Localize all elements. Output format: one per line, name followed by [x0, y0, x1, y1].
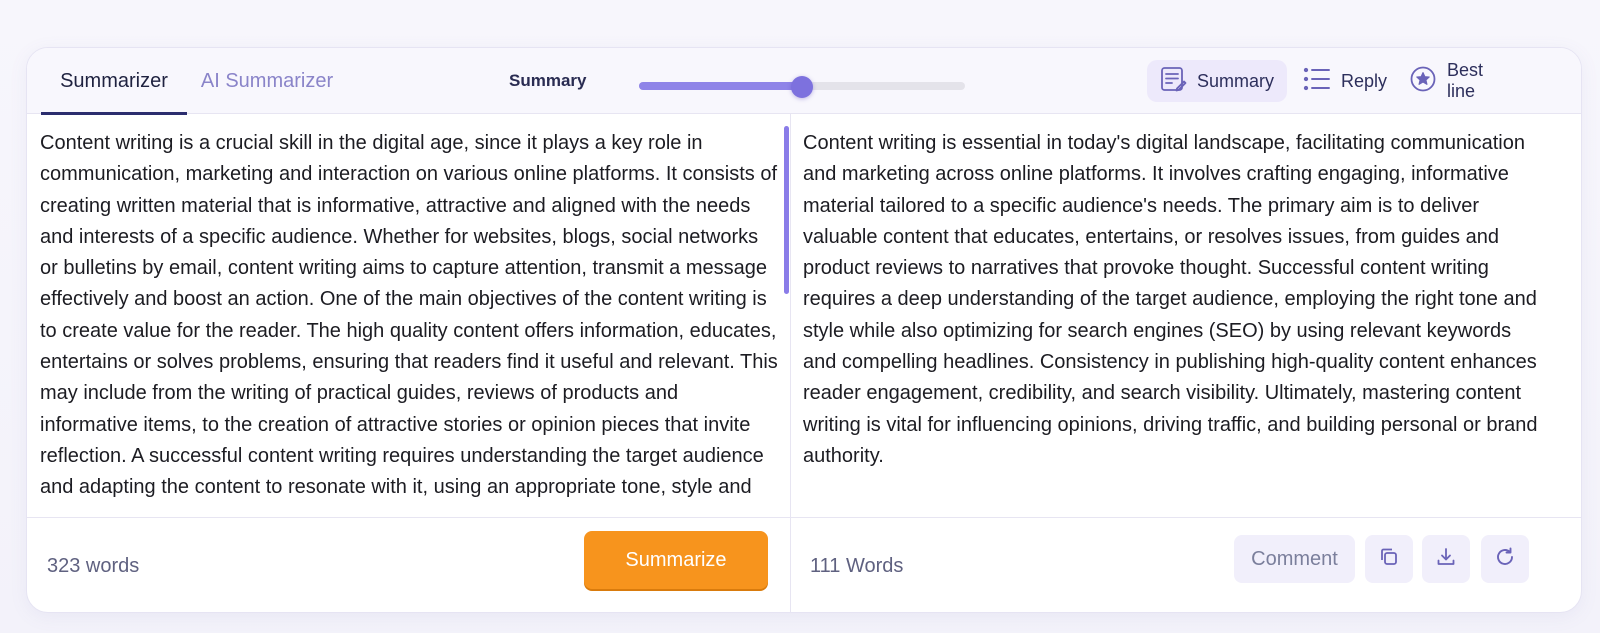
summarize-button[interactable]: Summarize — [584, 531, 768, 589]
summarizer-card: Summarizer AI Summarizer Summary Summary — [26, 47, 1582, 613]
input-text[interactable]: Content writing is a crucial skill in th… — [40, 128, 780, 504]
mode-reply-button[interactable]: Reply — [1291, 60, 1391, 102]
bottom-divider — [27, 517, 1581, 518]
copy-button[interactable] — [1365, 535, 1413, 583]
mode-summary-button[interactable]: Summary — [1147, 60, 1287, 102]
top-toolbar: Summarizer AI Summarizer Summary Summary — [27, 48, 1581, 115]
comment-button[interactable]: Comment — [1234, 535, 1355, 583]
input-word-count: 323 words — [47, 554, 140, 577]
tab-ai-summarizer[interactable]: AI Summarizer — [197, 48, 337, 114]
summary-length-slider[interactable] — [639, 76, 965, 98]
mode-summary-label: Summary — [1197, 70, 1275, 91]
slider-handle[interactable] — [791, 76, 813, 98]
regenerate-icon — [1494, 546, 1516, 573]
download-button[interactable] — [1422, 535, 1470, 583]
slider-fill — [639, 82, 802, 90]
summary-length-label: Summary — [509, 71, 587, 90]
mode-best-line-label: Best line — [1447, 60, 1484, 101]
output-pane: Content writing is essential in today's … — [791, 114, 1581, 517]
regenerate-button[interactable] — [1481, 535, 1529, 583]
download-icon — [1435, 546, 1457, 573]
list-icon — [1303, 66, 1331, 97]
mode-best-line-button[interactable]: Best line — [1397, 60, 1527, 102]
input-pane[interactable]: Content writing is a crucial skill in th… — [27, 114, 790, 517]
input-scrollbar[interactable] — [784, 126, 789, 294]
output-text: Content writing is essential in today's … — [803, 132, 1538, 467]
summary-icon — [1159, 65, 1187, 98]
tab-summarizer[interactable]: Summarizer — [41, 48, 187, 115]
mode-reply-label: Reply — [1341, 70, 1388, 91]
copy-icon — [1378, 546, 1400, 573]
output-word-count: 111 Words — [810, 554, 904, 577]
star-circle-icon — [1409, 65, 1437, 98]
